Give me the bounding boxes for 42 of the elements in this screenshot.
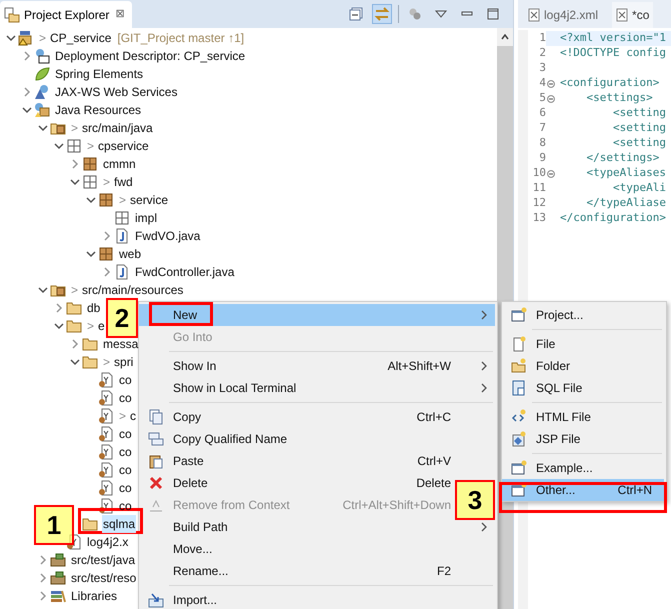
- code-line: </configuration>: [560, 210, 666, 226]
- code-line: </typeAliase: [585, 195, 666, 212]
- change-marker: >: [71, 120, 78, 137]
- code-line: <setting: [612, 120, 666, 136]
- step-number-tooltip: 1: [34, 505, 74, 545]
- shortcut-label: Ctrl+C: [416, 409, 451, 426]
- step-number-tooltip: 2: [106, 298, 138, 338]
- step-number-tooltip: 3: [455, 480, 495, 520]
- shortcut-label: Ctrl+Alt+Shift+Down: [342, 497, 451, 514]
- change-marker: >: [103, 174, 110, 191]
- code-line: </settings>: [585, 150, 660, 166]
- shortcut-label: Delete: [415, 475, 451, 492]
- change-marker: >: [119, 408, 126, 425]
- code-line: <configuration>: [560, 75, 660, 92]
- code-line: <?xml version="1: [560, 30, 666, 46]
- tree-item-label: fwd: [114, 174, 133, 191]
- change-marker: >: [87, 318, 94, 335]
- git-status: [GIT_Project master ↑1]: [117, 30, 244, 47]
- code-line: <settings>: [585, 90, 653, 106]
- tree-item-label: e: [98, 318, 105, 335]
- shortcut-label: Alt+Shift+W: [386, 358, 451, 375]
- code-line: <typeAli: [612, 180, 666, 196]
- tree-item-label: cpservice: [98, 138, 149, 155]
- tree-item-label: spri: [114, 354, 134, 371]
- tree-item-label: service: [130, 192, 168, 209]
- tree-item-label: c: [130, 408, 136, 425]
- code-line: <setting: [612, 105, 666, 122]
- change-marker: >: [119, 192, 126, 209]
- change-marker: >: [103, 354, 110, 371]
- change-marker: >: [71, 282, 78, 299]
- tree-item-label: src/main/resources: [82, 282, 184, 299]
- code-line: <!DOCTYPE config: [560, 45, 666, 62]
- tree-item-label: src/main/java: [82, 120, 153, 137]
- code-line: <setting: [612, 135, 666, 152]
- view-title: Project Explorer: [24, 6, 110, 24]
- change-marker: >: [87, 138, 94, 155]
- tree-item-label: CP_service: [50, 30, 112, 47]
- change-marker: >: [39, 30, 46, 47]
- shortcut-label: Ctrl+V: [416, 453, 451, 470]
- shortcut-label: F2: [436, 563, 451, 580]
- shortcut-label: Ctrl+N: [616, 482, 652, 499]
- code-line: <typeAliases: [585, 165, 666, 182]
